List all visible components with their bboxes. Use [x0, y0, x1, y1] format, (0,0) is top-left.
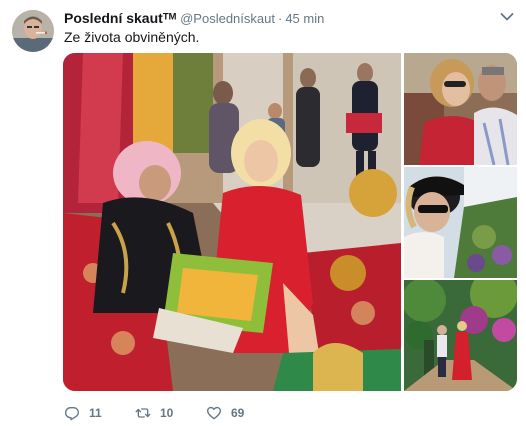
tweet-header: Poslední skautᵀᴹ @Poslednískaut · 45 min — [64, 10, 324, 26]
market-photo-main[interactable] — [63, 53, 401, 391]
tweet-actions: 11 10 69 — [64, 404, 277, 422]
reply-icon — [65, 407, 79, 421]
display-name[interactable]: Poslední skautᵀᴹ — [64, 10, 176, 26]
retweet-count: 10 — [160, 406, 174, 420]
woman-sunglasses-photo[interactable] — [404, 167, 517, 278]
like-count: 69 — [231, 406, 245, 420]
tweet[interactable]: Poslední skautᵀᴹ @Poslednískaut · 45 min… — [0, 0, 526, 429]
user-handle[interactable]: @Poslednískaut — [180, 11, 275, 26]
reply-count: 11 — [89, 406, 102, 420]
media-grid — [63, 53, 517, 391]
reply-button[interactable]: 11 — [64, 405, 135, 421]
heart-icon — [207, 406, 221, 420]
tweet-text: Ze života obviněných. — [64, 29, 200, 45]
timestamp[interactable]: 45 min — [285, 11, 324, 26]
avatar[interactable] — [12, 10, 54, 52]
separator-dot: · — [277, 11, 283, 26]
retweet-icon — [135, 408, 151, 418]
retweet-button[interactable]: 10 — [135, 405, 206, 421]
chevron-down-icon[interactable] — [500, 12, 514, 22]
like-button[interactable]: 69 — [206, 405, 277, 421]
couple-photo[interactable] — [404, 53, 517, 165]
garden-photo[interactable] — [404, 280, 517, 391]
